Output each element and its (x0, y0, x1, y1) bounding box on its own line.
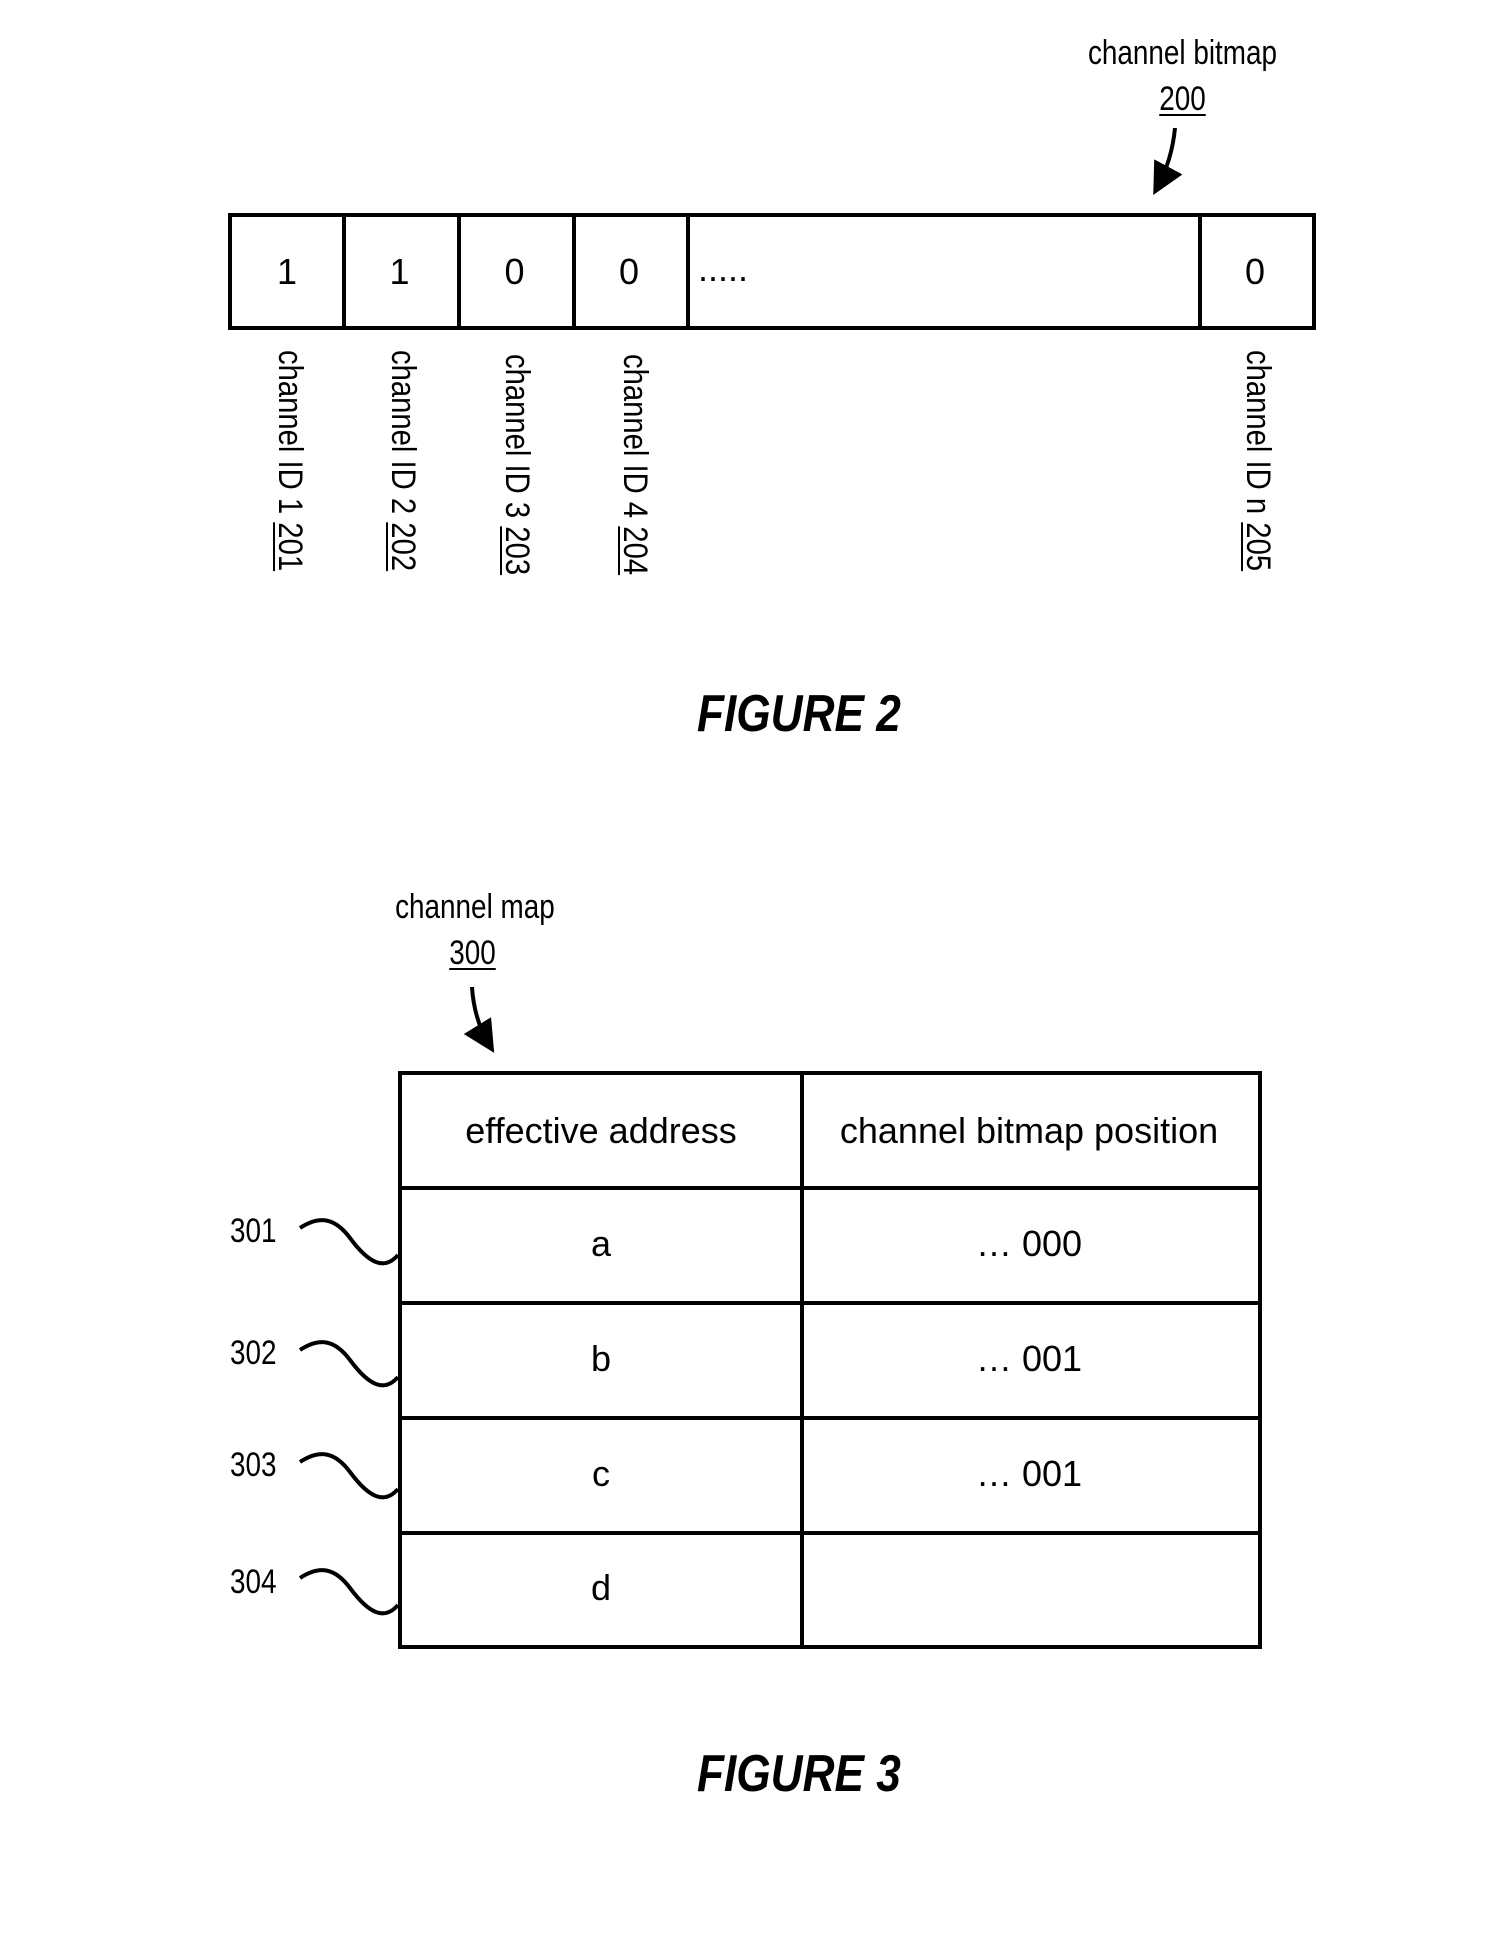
channel-id-label-3: channel ID 3 203 (498, 354, 536, 576)
channel-map-ref: 300 (449, 934, 496, 972)
table-row-c-position: … 001 (800, 1416, 1262, 1535)
bitmap-pointer-arrow (1153, 127, 1183, 196)
channel-id-ref-2: 202 (384, 522, 422, 572)
channel-id-label-4: channel ID 4 204 (616, 354, 654, 576)
table-row-c-address: c (398, 1416, 804, 1535)
row-ref-301: 301 (230, 1212, 277, 1250)
row-leader-301 (298, 1218, 400, 1266)
channel-id-ref-3: 203 (498, 526, 536, 576)
bitmap-cell-n: 0 (1198, 213, 1316, 330)
row-ref-303: 303 (230, 1446, 277, 1484)
figure-2-caption: FIGURE 2 (697, 685, 901, 743)
table-row-d-position (800, 1531, 1262, 1649)
table-row-b-position: … 001 (800, 1301, 1262, 1420)
row-leader-303 (298, 1452, 400, 1500)
row-ref-302: 302 (230, 1334, 277, 1372)
channel-id-ref-4: 204 (616, 526, 654, 576)
bitmap-cell-3: 0 (457, 213, 576, 330)
channel-id-ref-n: 205 (1239, 522, 1277, 572)
header-channel-bitmap-position: channel bitmap position (800, 1071, 1262, 1190)
channel-map-label: channel map (395, 888, 555, 926)
row-leader-304 (298, 1568, 400, 1616)
row-leader-302 (298, 1340, 400, 1388)
table-row-b-address: b (398, 1301, 804, 1420)
table-row-a-address: a (398, 1186, 804, 1305)
figure-3-caption: FIGURE 3 (697, 1745, 901, 1803)
channel-id-label-1: channel ID 1 201 (271, 350, 309, 572)
bitmap-cell-4: 0 (572, 213, 690, 330)
map-pointer-arrow (463, 986, 495, 1053)
channel-id-ref-1: 201 (271, 522, 309, 572)
header-effective-address: effective address (398, 1071, 804, 1190)
channel-id-label-n: channel ID n 205 (1239, 350, 1277, 572)
bitmap-cell-ellipsis: ..... (686, 213, 1202, 330)
channel-id-label-2: channel ID 2 202 (384, 350, 422, 572)
table-row-d-address: d (398, 1531, 804, 1649)
table-row-a-position: … 000 (800, 1186, 1262, 1305)
bitmap-cell-1: 1 (228, 213, 346, 330)
channel-bitmap-ref: 200 (1159, 80, 1206, 118)
bitmap-cell-2: 1 (342, 213, 461, 330)
channel-bitmap-label: channel bitmap (1087, 34, 1278, 72)
row-ref-304: 304 (230, 1563, 277, 1601)
